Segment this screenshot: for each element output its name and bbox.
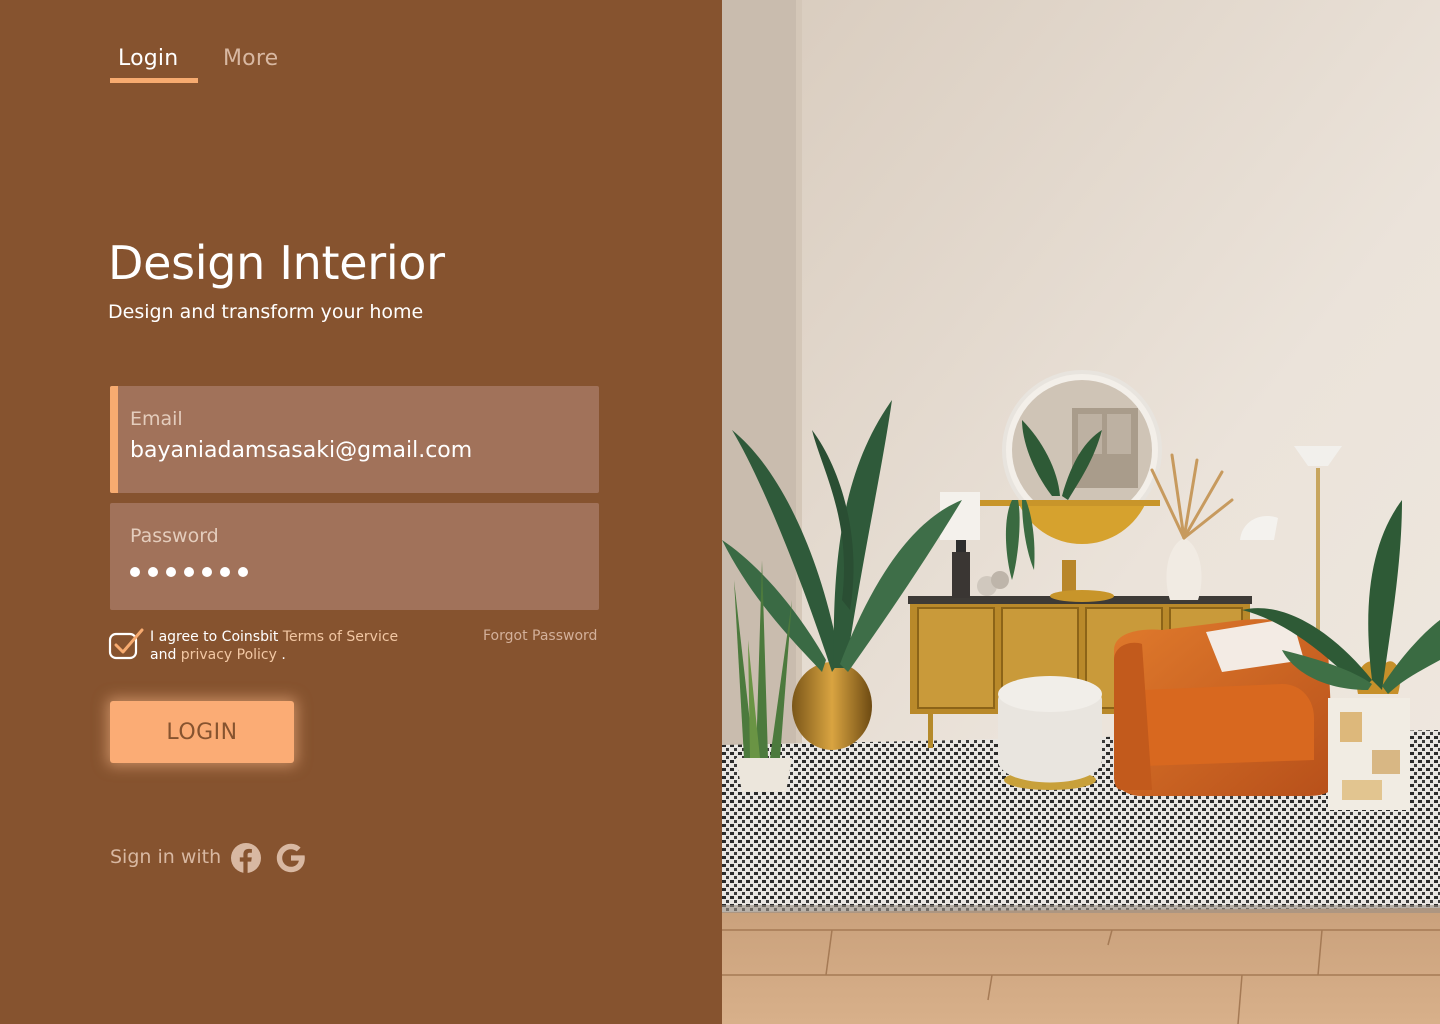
- sign-in-with-label: Sign in with: [110, 846, 222, 868]
- password-input[interactable]: [130, 567, 248, 577]
- agree-checkbox[interactable]: [108, 628, 144, 660]
- page-subtitle: Design and transform your home: [108, 301, 424, 323]
- terms-link[interactable]: Terms of Service: [283, 629, 398, 645]
- password-label: Password: [130, 525, 219, 547]
- password-mask-dot: [202, 567, 212, 577]
- password-mask-dot: [238, 567, 248, 577]
- login-panel: Login More Design Interior Design and tr…: [0, 0, 722, 1024]
- facebook-icon[interactable]: [230, 842, 262, 874]
- page-title: Design Interior: [108, 236, 445, 290]
- email-field[interactable]: Email bayaniadamsasaki@gmail.com: [110, 386, 599, 493]
- tab-more[interactable]: More: [223, 46, 278, 71]
- password-mask-dot: [130, 567, 140, 577]
- agree-text: I agree to Coinsbit Terms of Service and…: [150, 629, 399, 663]
- interior-photo: [722, 0, 1440, 1024]
- tab-login[interactable]: Login: [118, 46, 178, 71]
- privacy-link[interactable]: privacy Policy: [181, 647, 277, 663]
- password-mask-dot: [184, 567, 194, 577]
- password-field[interactable]: Password: [110, 503, 599, 610]
- google-icon[interactable]: [275, 842, 307, 874]
- email-input[interactable]: bayaniadamsasaki@gmail.com: [130, 438, 472, 463]
- living-room-illustration: [722, 0, 1440, 1024]
- email-label: Email: [130, 408, 183, 430]
- password-mask-dot: [148, 567, 158, 577]
- password-mask-dot: [166, 567, 176, 577]
- forgot-password-link[interactable]: Forgot Password: [483, 628, 597, 644]
- password-mask-dot: [220, 567, 230, 577]
- login-button[interactable]: LOGIN: [110, 701, 294, 763]
- active-tab-indicator: [110, 78, 198, 83]
